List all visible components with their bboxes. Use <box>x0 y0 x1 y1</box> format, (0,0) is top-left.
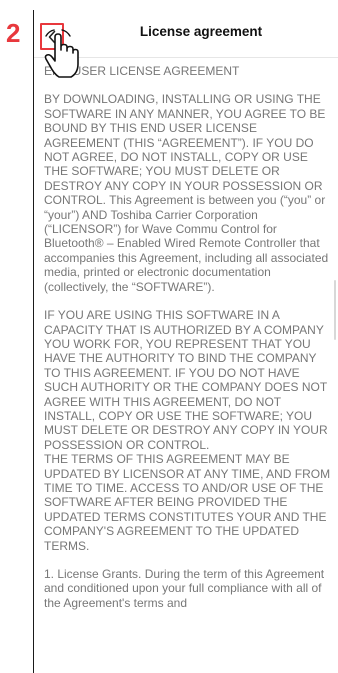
step-number-label: 2 <box>6 18 21 48</box>
license-paragraph-2: IF YOU ARE USING THIS SOFTWARE IN A CAPA… <box>44 308 328 452</box>
page-title: License agreement <box>139 24 263 39</box>
license-heading: END USER LICENSE AGREEMENT <box>44 64 240 78</box>
hand-pointer-icon <box>44 29 79 78</box>
scrollbar[interactable] <box>334 280 336 340</box>
app-screen: License agreement END USER LICENSE AGREE… <box>33 10 338 673</box>
license-text-area[interactable]: END USER LICENSE AGREEMENT BY DOWNLOADIN… <box>34 58 338 610</box>
license-paragraph-4: 1. License Grants. During the term of th… <box>44 567 325 610</box>
license-paragraph-1: BY DOWNLOADING, INSTALLING OR USING THE … <box>44 92 329 294</box>
license-paragraph-3: THE TERMS OF THIS AGREEMENT MAY BE UPDAT… <box>44 452 331 553</box>
